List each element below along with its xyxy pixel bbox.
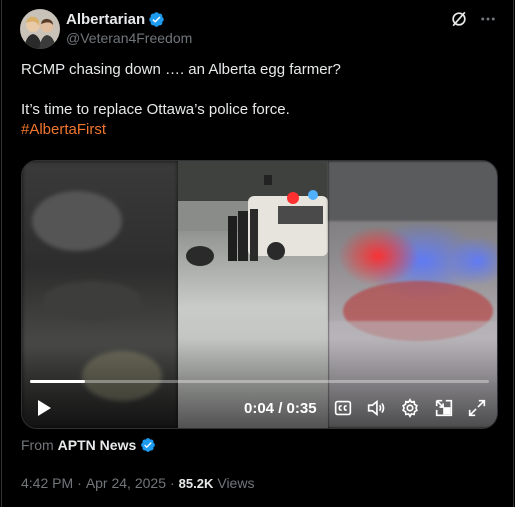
header-actions	[449, 9, 497, 29]
views-count: 85.2K	[178, 476, 214, 491]
progress-bar[interactable]	[30, 380, 489, 383]
post-date[interactable]: Apr 24, 2025	[86, 475, 166, 491]
from-label: From	[21, 437, 54, 453]
avatar[interactable]	[20, 9, 60, 49]
post-card: Albertarian @Veteran4Freedom RCMP chasin…	[1, 0, 514, 507]
source-name[interactable]: APTN News	[58, 437, 137, 453]
post-time[interactable]: 4:42 PM	[21, 475, 73, 491]
separator-dot: ·	[169, 475, 175, 491]
time-display: 0:04 / 0:35	[244, 400, 317, 417]
post-header: Albertarian @Veteran4Freedom	[20, 9, 497, 49]
author-display-name[interactable]: Albertarian	[66, 11, 145, 28]
views-label: Views	[217, 475, 255, 491]
post-text: RCMP chasing down …. an Alberta egg farm…	[21, 60, 491, 140]
volume-icon[interactable]	[365, 397, 387, 419]
progress-fill	[30, 380, 86, 383]
fullscreen-icon[interactable]	[466, 397, 488, 419]
settings-icon[interactable]	[399, 397, 421, 419]
captions-icon[interactable]	[332, 397, 354, 419]
more-options-icon[interactable]	[479, 10, 497, 28]
verified-badge-icon	[148, 11, 165, 28]
author-handle[interactable]: @Veteran4Freedom	[66, 30, 192, 46]
media-source: From APTN News	[21, 437, 156, 453]
post-line-2: It’s time to replace Ottawa’s police for…	[21, 101, 290, 118]
picture-in-picture-icon[interactable]	[433, 397, 455, 419]
hashtag-link[interactable]: #AlbertaFirst	[21, 120, 491, 140]
post-line-1: RCMP chasing down …. an Alberta egg farm…	[21, 61, 341, 78]
video-player[interactable]: 0:04 / 0:35	[21, 160, 498, 429]
grok-icon[interactable]	[449, 9, 469, 29]
separator-dot: ·	[77, 475, 82, 491]
author-names: Albertarian @Veteran4Freedom	[66, 10, 192, 47]
verified-badge-icon	[140, 437, 156, 453]
play-icon[interactable]	[34, 397, 54, 419]
post-meta: 4:42 PM · Apr 24, 2025 · 85.2K Views	[21, 475, 254, 491]
video-controls: 0:04 / 0:35	[22, 393, 497, 423]
